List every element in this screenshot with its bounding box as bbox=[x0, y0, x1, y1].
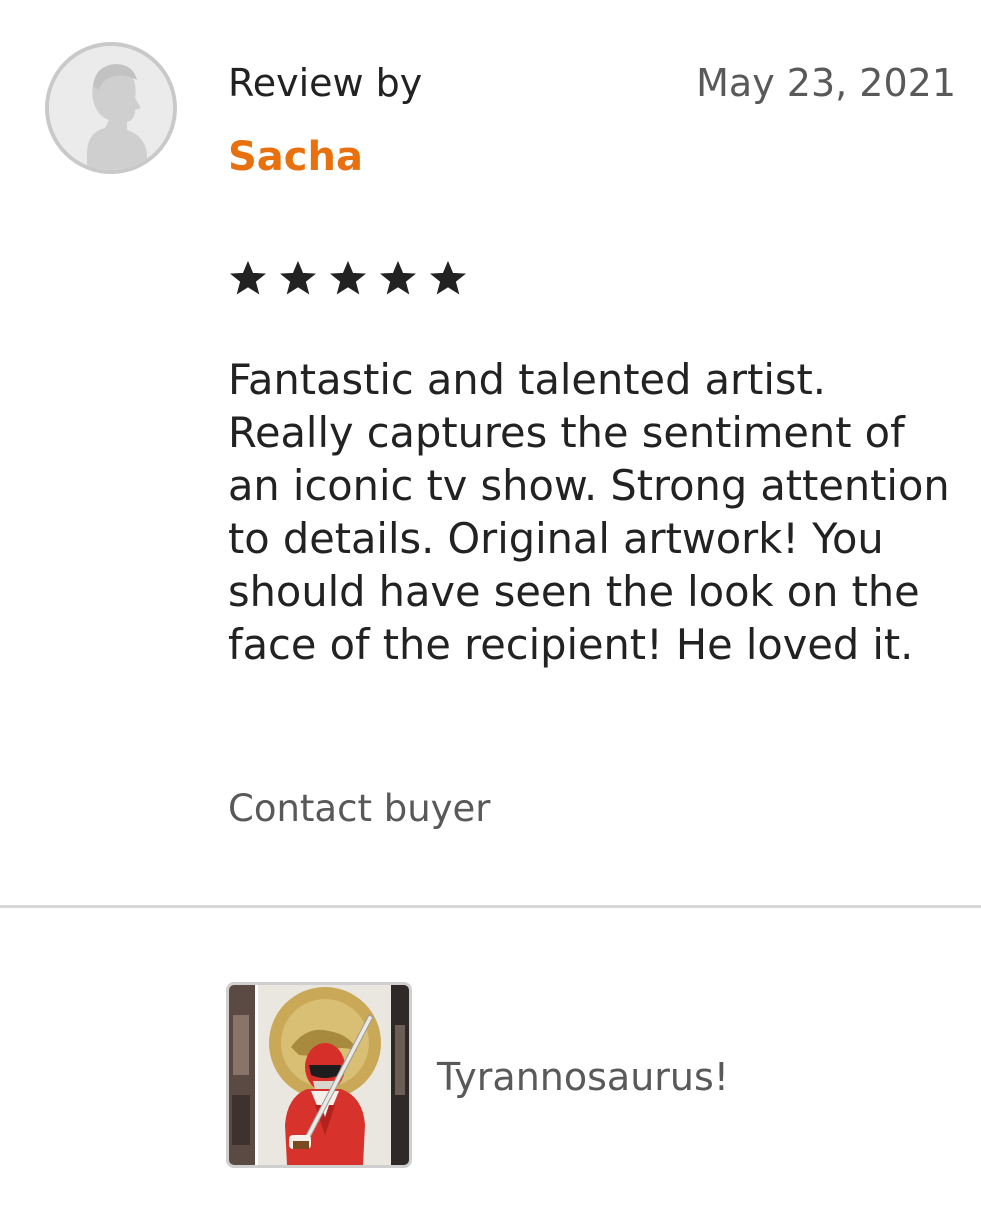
reviewer-name-link[interactable]: Sacha bbox=[228, 133, 363, 181]
star-icon bbox=[230, 260, 266, 295]
star-icon bbox=[330, 260, 366, 295]
listing-title[interactable]: Tyrannosaurus! bbox=[437, 1054, 729, 1100]
star-icon bbox=[380, 260, 416, 295]
review-text: Fantastic and talented artist. Really ca… bbox=[228, 355, 950, 669]
listing-artwork-image bbox=[229, 985, 409, 1165]
default-user-avatar-icon bbox=[49, 46, 173, 170]
star-icon bbox=[280, 260, 316, 295]
reviewer-avatar[interactable] bbox=[45, 42, 177, 174]
divider bbox=[0, 905, 981, 908]
review-date: May 23, 2021 bbox=[696, 61, 956, 105]
review-by-label: Review by bbox=[228, 61, 423, 105]
star-rating bbox=[228, 258, 468, 298]
star-icon bbox=[430, 260, 466, 295]
contact-buyer-link[interactable]: Contact buyer bbox=[228, 786, 491, 832]
listing-thumbnail[interactable] bbox=[226, 982, 412, 1168]
